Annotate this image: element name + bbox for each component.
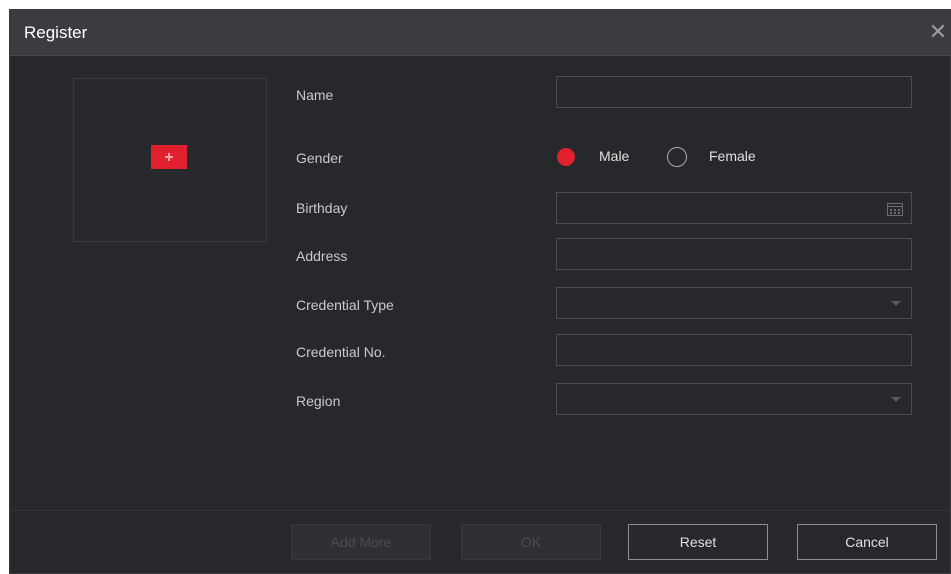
reset-button[interactable]: Reset [628, 524, 768, 560]
photo-area[interactable] [73, 78, 267, 242]
dialog-title: Register [24, 23, 88, 42]
gender-male-label: Male [599, 148, 630, 164]
gender-female-label: Female [709, 148, 756, 164]
chevron-down-icon[interactable] [891, 301, 901, 306]
region-label: Region [296, 393, 341, 409]
credential-type-label: Credential Type [296, 297, 394, 313]
footer-divider [10, 510, 950, 511]
cancel-button[interactable]: Cancel [797, 524, 937, 560]
birthday-field[interactable] [556, 192, 912, 224]
credential-no-label: Credential No. [296, 344, 386, 360]
gender-male-radio[interactable]: Male [557, 146, 657, 168]
radio-checked-icon [557, 148, 575, 166]
address-input[interactable] [557, 239, 911, 269]
address-field[interactable] [556, 238, 912, 270]
birthday-input[interactable] [557, 193, 911, 223]
name-field[interactable] [556, 76, 912, 108]
credential-type-select[interactable] [556, 287, 912, 319]
calendar-icon[interactable] [887, 202, 903, 216]
gender-female-radio[interactable]: Female [667, 146, 787, 168]
name-label: Name [296, 87, 334, 103]
credential-no-input[interactable] [557, 335, 911, 365]
register-dialog: Register ✕ Name Gender Male Female Birth… [9, 9, 951, 574]
radio-unchecked-icon [667, 147, 687, 167]
chevron-down-icon[interactable] [891, 397, 901, 402]
credential-no-field[interactable] [556, 334, 912, 366]
address-label: Address [296, 248, 348, 264]
ok-button[interactable]: OK [461, 524, 601, 560]
name-input[interactable] [557, 77, 911, 107]
gender-label: Gender [296, 150, 343, 166]
close-icon[interactable]: ✕ [926, 20, 950, 44]
birthday-label: Birthday [296, 200, 348, 216]
region-select[interactable] [556, 383, 912, 415]
add-more-button[interactable]: Add More [291, 524, 431, 560]
add-photo-icon[interactable] [151, 145, 187, 169]
dialog-titlebar: Register ✕ [10, 10, 950, 56]
